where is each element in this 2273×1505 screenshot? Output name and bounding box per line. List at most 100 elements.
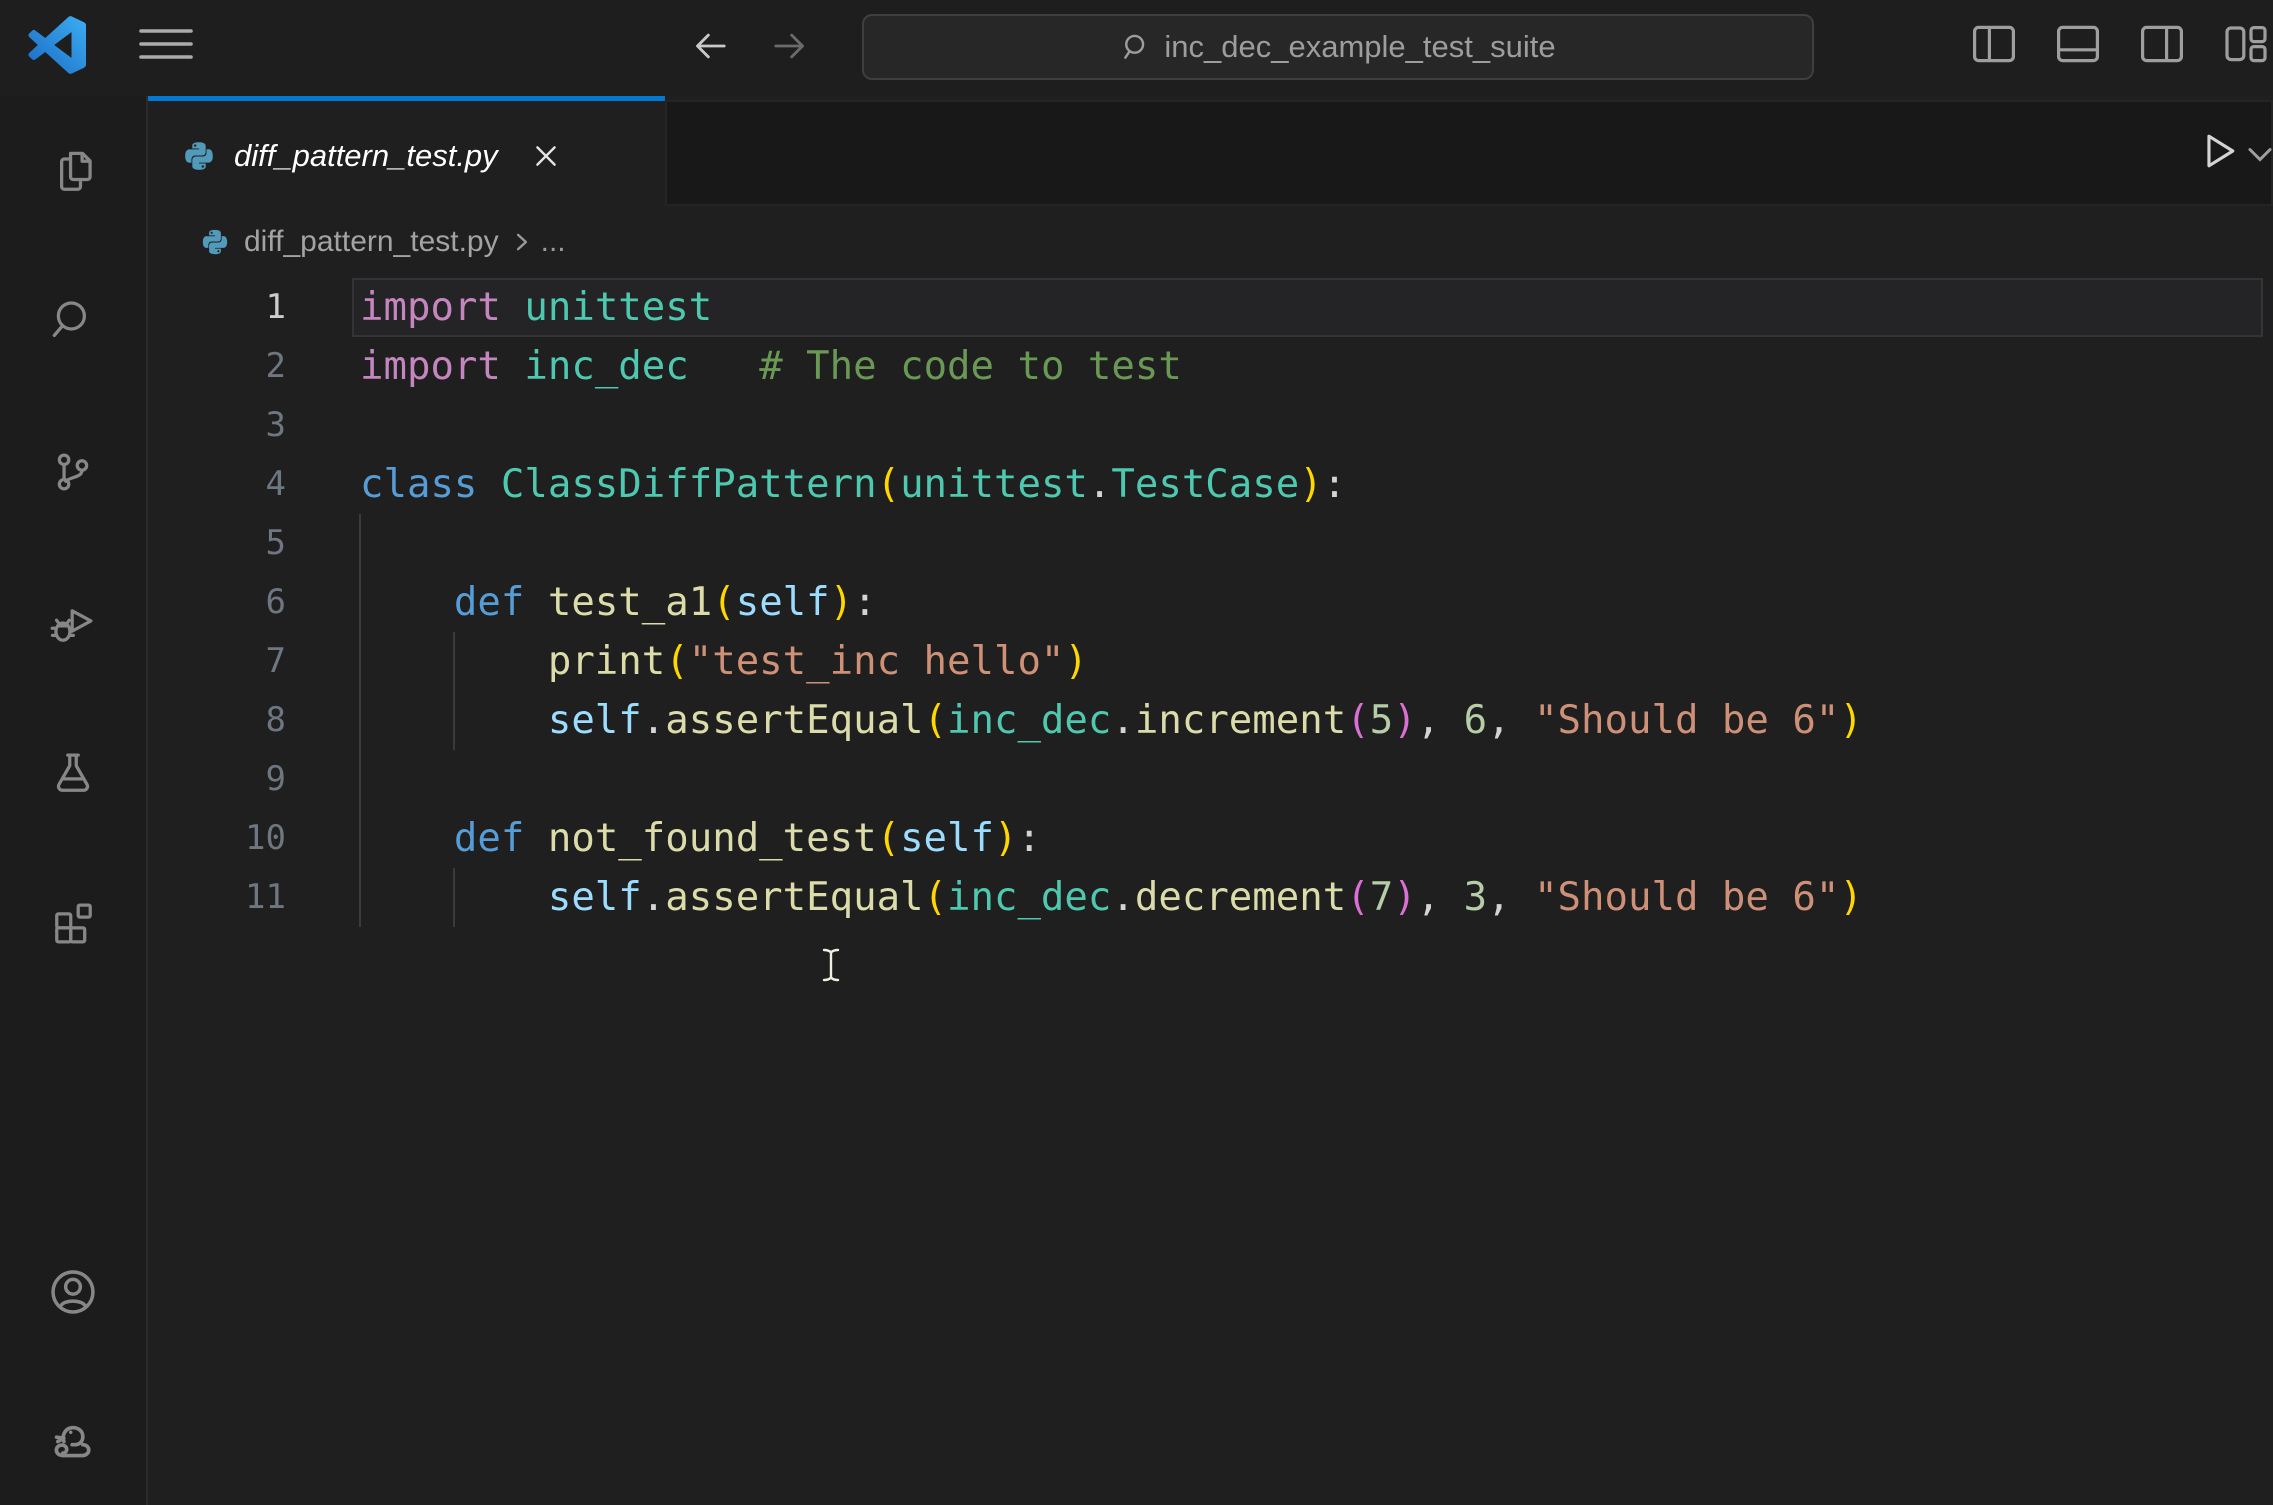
- line-number: 8: [265, 700, 286, 740]
- customize-layout-icon[interactable]: [2223, 22, 2269, 66]
- search-view-icon[interactable]: [47, 294, 99, 346]
- back-arrow-icon[interactable]: [690, 26, 730, 66]
- line-number: 5: [265, 523, 286, 563]
- code-token: (: [923, 875, 948, 920]
- code-token: import: [360, 344, 501, 389]
- code-line[interactable]: [359, 750, 2273, 809]
- code-token: 5: [1369, 698, 1394, 743]
- code-token: "test_inc hello": [688, 639, 1065, 684]
- code-token: ,: [1487, 698, 1535, 743]
- vscode-logo-icon: [28, 16, 86, 74]
- indent-guide: [452, 691, 455, 750]
- indent-guide: [359, 514, 361, 573]
- accounts-icon[interactable]: [45, 1264, 101, 1320]
- indent-guide: [359, 573, 361, 632]
- indent-guide: [359, 809, 361, 868]
- code-token: unittest: [900, 462, 1088, 507]
- toggle-panel-icon[interactable]: [2055, 22, 2101, 66]
- line-number: 2: [265, 346, 286, 386]
- layout-controls: [1971, 22, 2273, 66]
- breadcrumb-ellipsis[interactable]: ...: [541, 225, 566, 259]
- python-environments-icon[interactable]: [45, 1409, 101, 1465]
- code-token: (: [1346, 698, 1370, 743]
- code-token: def: [453, 580, 525, 625]
- code-token: self: [547, 698, 642, 743]
- code-token: ): [1839, 698, 1863, 743]
- code-line[interactable]: import inc_dec # The code to test: [360, 337, 2273, 396]
- code-token: self: [900, 816, 994, 861]
- run-and-debug-icon[interactable]: [47, 597, 99, 649]
- source-control-icon[interactable]: [47, 446, 99, 498]
- indent-guide: [359, 691, 361, 750]
- code-token: unittest: [524, 285, 713, 330]
- tab-strip-empty: [665, 100, 2273, 206]
- code-token: (: [712, 580, 736, 625]
- code-token: ): [994, 816, 1018, 861]
- breadcrumb: diff_pattern_test.py ...: [148, 206, 2273, 278]
- code-token: def: [453, 816, 525, 861]
- toggle-primary-sidebar-icon[interactable]: [1971, 22, 2017, 66]
- editor-actions: [2189, 96, 2273, 206]
- code-token: ): [1839, 875, 1863, 920]
- code-line[interactable]: def not_found_test(self):: [359, 809, 2273, 868]
- chevron-right-icon: [509, 229, 535, 255]
- explorer-icon[interactable]: [47, 146, 99, 198]
- code-line[interactable]: self.assertEqual(inc_dec.increment(5), 6…: [359, 691, 2273, 750]
- code-token: not_found_test: [547, 816, 877, 861]
- command-center-search[interactable]: inc_dec_example_test_suite: [862, 14, 1814, 80]
- code-token: .: [1087, 462, 1112, 507]
- line-number: 10: [245, 818, 286, 858]
- line-number: 6: [265, 582, 286, 622]
- breadcrumb-file[interactable]: diff_pattern_test.py: [244, 225, 499, 259]
- code-token: .: [641, 698, 666, 743]
- code-token: self: [735, 580, 830, 625]
- code-line[interactable]: class ClassDiffPattern(unittest.TestCase…: [360, 455, 2273, 514]
- extensions-icon[interactable]: [47, 896, 99, 948]
- indent-guide: [452, 632, 455, 691]
- code-token: ): [829, 580, 854, 625]
- code-line[interactable]: self.assertEqual(inc_dec.decrement(7), 3…: [359, 868, 2273, 927]
- toggle-secondary-sidebar-icon[interactable]: [2139, 22, 2185, 66]
- code-token: self: [547, 875, 642, 920]
- gutter: 1 2 3 4 5 6 7 8 9 10 11: [148, 278, 286, 927]
- line-number: 9: [265, 759, 286, 799]
- line-number: 1: [265, 287, 286, 327]
- code-lines: import unittest import inc_dec # The code…: [352, 278, 2273, 927]
- code-line[interactable]: import unittest: [352, 278, 2263, 337]
- indent-guide: [359, 632, 361, 691]
- indent-guide: [359, 868, 361, 927]
- line-number: 3: [265, 405, 286, 445]
- editor[interactable]: 1 2 3 4 5 6 7 8 9 10 11 import unittest import inc_…: [148, 278, 2273, 1505]
- code-token: .: [1111, 698, 1135, 743]
- forward-arrow-icon[interactable]: [770, 26, 810, 66]
- line-number: 7: [265, 641, 286, 681]
- code-token: ,: [1487, 875, 1535, 920]
- code-token: decrement: [1134, 875, 1347, 920]
- line-number: 4: [265, 464, 286, 504]
- code-line[interactable]: print("test_inc hello"): [359, 632, 2273, 691]
- tab-label: diff_pattern_test.py: [234, 138, 498, 173]
- code-token: "Should be 6": [1534, 698, 1840, 743]
- tab-diff-pattern-test[interactable]: diff_pattern_test.py: [148, 96, 665, 211]
- run-python-file-icon[interactable]: [2195, 128, 2241, 174]
- code-line[interactable]: [359, 514, 2273, 573]
- code-token: (: [923, 698, 948, 743]
- code-token: ): [1299, 462, 1323, 507]
- code-line[interactable]: def test_a1(self):: [359, 573, 2273, 632]
- code-token: increment: [1134, 698, 1347, 743]
- run-dropdown-chevron-icon[interactable]: [2245, 144, 2273, 166]
- code-line[interactable]: [360, 396, 2273, 455]
- indent-guide: [452, 868, 455, 927]
- menu-hamburger-icon[interactable]: [139, 26, 193, 66]
- code-token: ): [1064, 639, 1088, 684]
- code-token: "Should be 6": [1534, 875, 1840, 920]
- testing-flask-icon[interactable]: [47, 747, 99, 799]
- tab-close-icon[interactable]: [526, 136, 566, 176]
